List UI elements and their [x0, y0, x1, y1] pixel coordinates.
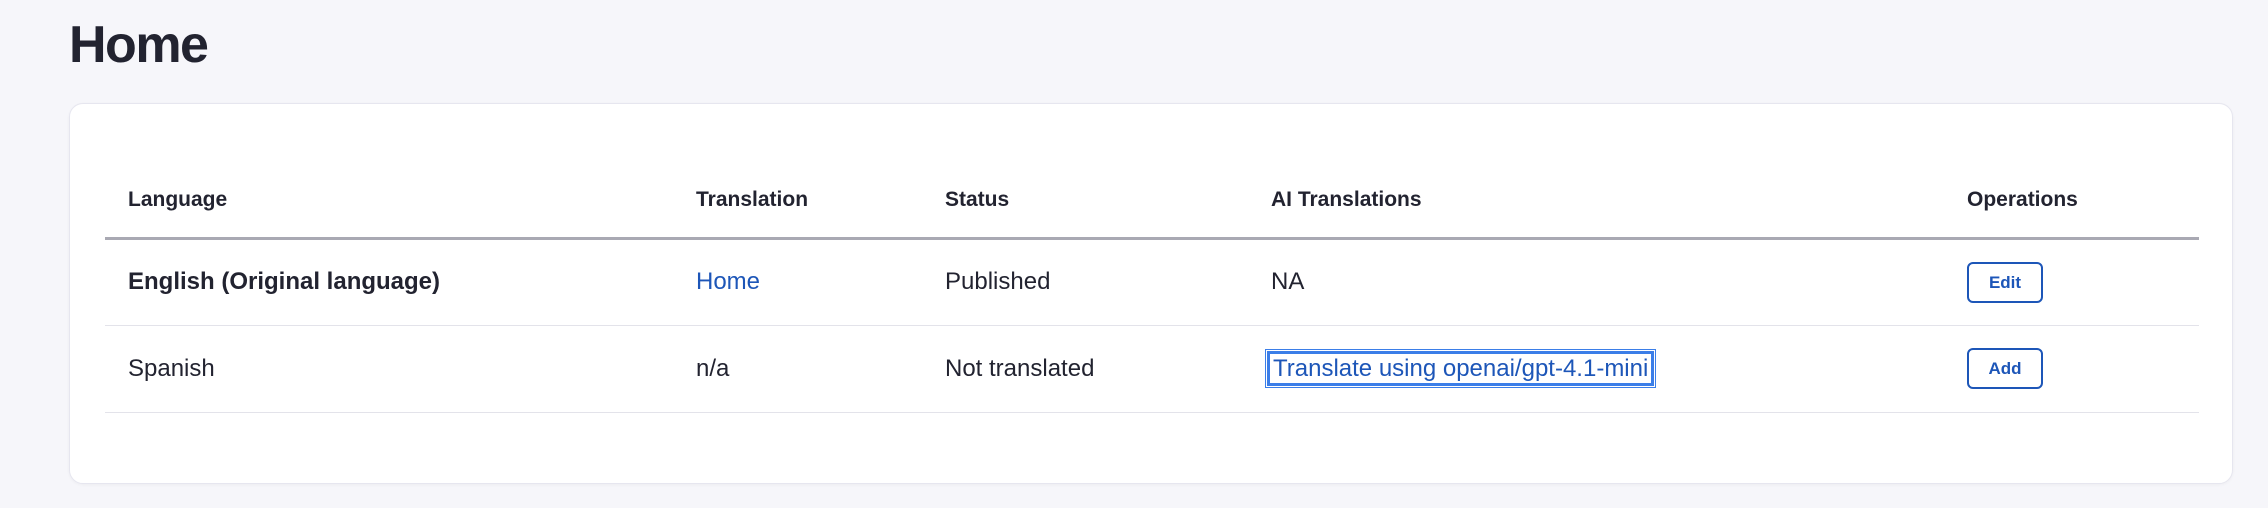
table-header-row: Language Translation Status AI Translati…	[105, 164, 2199, 240]
column-header-translation: Translation	[673, 164, 922, 240]
ai-translation-cell: NA	[1248, 238, 1944, 326]
operations-cell: Edit	[1944, 238, 2199, 326]
language-cell: Spanish	[105, 325, 673, 413]
translations-table: Language Translation Status AI Translati…	[105, 164, 2199, 413]
translation-cell: n/a	[673, 325, 922, 413]
add-button[interactable]: Add	[1967, 348, 2043, 389]
column-header-operations: Operations	[1944, 164, 2199, 240]
column-header-language: Language	[105, 164, 673, 240]
column-header-ai-translations: AI Translations	[1248, 164, 1944, 240]
column-header-status: Status	[922, 164, 1248, 240]
page-title: Home	[69, 16, 209, 74]
edit-button[interactable]: Edit	[1967, 261, 2043, 303]
translation-link-home[interactable]: Home	[696, 268, 760, 295]
table-row: Spanish n/a Not translated Translate usi…	[105, 325, 2199, 413]
table-row: English (Original language) Home Publish…	[105, 238, 2199, 326]
operations-cell: Add	[1944, 325, 2199, 413]
translate-ai-link[interactable]: Translate using openai/gpt-4.1-mini	[1266, 350, 1655, 386]
status-cell: Not translated	[922, 325, 1248, 413]
status-cell: Published	[922, 238, 1248, 326]
translation-cell: Home	[673, 238, 922, 326]
language-cell: English (Original language)	[105, 238, 673, 326]
ai-translation-cell: Translate using openai/gpt-4.1-mini	[1248, 325, 1944, 413]
translations-card: Language Translation Status AI Translati…	[69, 103, 2233, 484]
